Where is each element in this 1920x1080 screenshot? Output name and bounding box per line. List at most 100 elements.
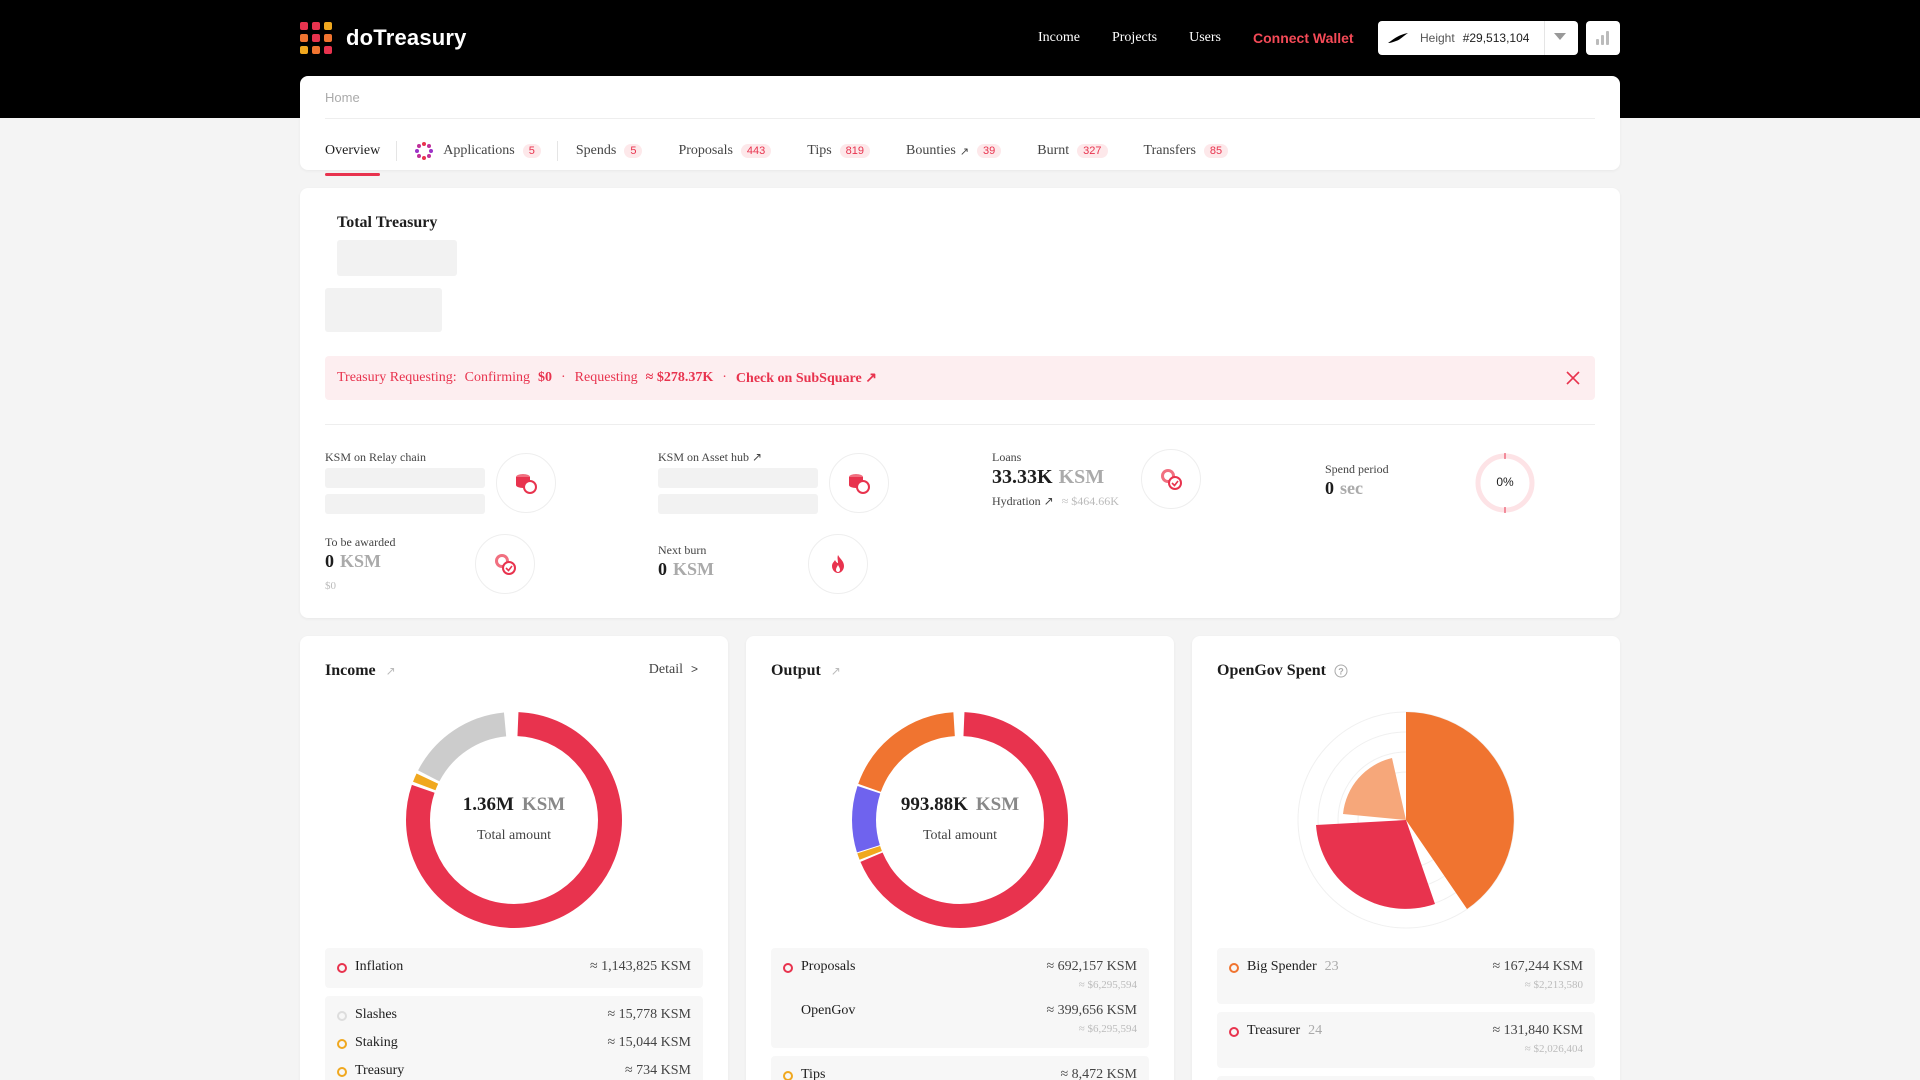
detail-link[interactable]: Detail > (649, 662, 698, 678)
loading-skeleton (658, 468, 818, 488)
loading-skeleton (337, 240, 457, 276)
tab-bounties[interactable]: Bounties ↗ 39 (906, 136, 1002, 166)
legend-ring-icon (1229, 1027, 1239, 1037)
opengov-spent-panel: OpenGov Spent ? Big Spender 23 ≈ 167,244 … (1192, 636, 1620, 1080)
legend-ring-icon (337, 1067, 347, 1077)
tab-label: Transfers (1143, 143, 1196, 158)
external-link-icon: ↗ (830, 663, 841, 678)
legend-ring-icon (337, 963, 347, 973)
requesting-label: Requesting (574, 370, 638, 385)
stat-label[interactable]: KSM on Asset hub ↗ (658, 450, 762, 465)
tab-overview[interactable]: Overview (325, 136, 381, 176)
requesting-value: ≈ $278.37K (645, 370, 714, 385)
legend-ring-icon (783, 963, 793, 973)
tab-transfers[interactable]: Transfers 85 (1144, 136, 1229, 166)
chevron-down-icon[interactable] (1554, 33, 1566, 40)
alert-label: Treasury Requesting: (337, 370, 457, 385)
tab-label: Burnt (1037, 143, 1070, 158)
count-badge: 5 (522, 144, 541, 158)
svg-text:?: ? (1338, 667, 1344, 677)
coins-check-icon (475, 534, 535, 594)
legend-group: Inflation ≈ 1,143,825 KSM (325, 948, 703, 988)
confirming-value: $0 (538, 370, 552, 385)
tab-proposals[interactable]: Proposals 443 (678, 136, 772, 166)
nav-projects[interactable]: Projects (1112, 28, 1157, 48)
confirming-label: Confirming (464, 370, 530, 385)
coins-icon (496, 453, 556, 513)
tab-burnt[interactable]: Burnt 327 (1037, 136, 1108, 166)
spend-period-progress: 0% (1475, 453, 1535, 513)
legend-ring-icon (1229, 963, 1239, 973)
tab-label: Spends (575, 143, 617, 158)
panel-title[interactable]: Output ↗ (771, 662, 841, 680)
breadcrumb[interactable]: Home (325, 90, 360, 105)
legend-ring-icon (337, 1039, 347, 1049)
divider (325, 424, 1595, 425)
nav-users[interactable]: Users (1189, 28, 1221, 48)
hydration-link[interactable]: Hydration ↗ (992, 494, 1054, 508)
stat-label: Next burn (658, 543, 707, 557)
subsquare-link[interactable]: Check on SubSquare ↗ (736, 370, 877, 387)
legend-group: Slashes ≈ 15,778 KSM Staking ≈ 15,044 KS… (325, 996, 703, 1080)
connect-wallet-button[interactable]: Connect Wallet (1253, 28, 1354, 48)
divider (396, 141, 398, 161)
count-badge: 327 (1077, 144, 1108, 158)
tab-label: Applications (443, 143, 515, 158)
kusama-icon (1388, 33, 1408, 43)
to-be-awarded-value: 0 KSM (325, 551, 382, 571)
tab-label: Proposals (678, 143, 733, 158)
loading-skeleton (325, 288, 442, 332)
tabs-card: Home Overview Applications 5 Spends 5 Pr… (300, 76, 1620, 176)
external-link-icon: ↗ (959, 145, 970, 158)
tab-label: Overview (325, 143, 381, 158)
total-treasury-card: Total Treasury Treasury Requesting: Conf… (300, 188, 1620, 618)
panel-title[interactable]: Income ↗ (325, 662, 396, 680)
legend-ring-icon (783, 1071, 793, 1080)
chevron-right-icon: > (690, 662, 698, 676)
donut-center: 993.88K KSM Total amount (900, 794, 1020, 843)
donut-center: 1.36M KSM Total amount (462, 794, 566, 843)
section-title: Total Treasury (337, 214, 438, 231)
loading-skeleton (325, 468, 485, 488)
stat-label: To be awarded (325, 535, 396, 549)
divider (325, 118, 1595, 119)
tab-applications[interactable]: Applications 5 (415, 136, 541, 166)
legend-group (1217, 1076, 1595, 1080)
help-icon[interactable]: ? (1334, 664, 1348, 678)
tab-bar: Overview Applications 5 Spends 5 Proposa… (325, 136, 1264, 176)
tab-label: Bounties (906, 143, 956, 158)
tab-tips[interactable]: Tips 819 (807, 136, 871, 166)
loans-value: 33.33K KSM (992, 466, 1105, 488)
stats-button[interactable] (1586, 21, 1620, 55)
close-icon[interactable] (1565, 370, 1581, 386)
legend-group: Tips ≈ 8,472 KSM (771, 1056, 1149, 1080)
loading-skeleton (658, 494, 818, 514)
logo-icon (300, 22, 332, 54)
next-burn-value: 0 KSM (658, 559, 715, 579)
income-panel: Income ↗ Detail > 1.36M KSM Total amount In… (300, 636, 728, 1080)
loans-sub: Hydration ↗ ≈ $464.66K (992, 494, 1119, 508)
tab-label: Tips (807, 143, 832, 158)
chain-height-selector[interactable]: Height #29,513,104 (1378, 21, 1578, 55)
spend-period-value: 0 sec (1325, 478, 1363, 498)
external-link-icon: ↗ (385, 663, 396, 678)
panel-title: OpenGov Spent ? (1217, 662, 1348, 680)
fire-icon (808, 534, 868, 594)
output-panel: Output ↗ 993.88K KSM Total amount Proposal… (746, 636, 1174, 1080)
nav-income[interactable]: Income (1038, 28, 1080, 48)
spinner-icon (415, 142, 434, 160)
stat-label: Spend period (1325, 462, 1389, 476)
progress-text: 0% (1496, 475, 1514, 489)
app-logo[interactable]: doTreasury (300, 22, 467, 54)
count-badge: 85 (1203, 144, 1229, 158)
tab-spends[interactable]: Spends 5 (576, 136, 643, 166)
count-badge: 5 (624, 144, 643, 158)
bar-chart-icon (1596, 39, 1599, 45)
separator: · (722, 370, 727, 385)
app-name: doTreasury (346, 25, 467, 50)
stat-label: Loans (992, 450, 1022, 464)
divider (556, 141, 558, 161)
legend-group: Treasurer 24 ≈ 131,840 KSM ≈ $2,026,404 (1217, 1012, 1595, 1068)
count-badge: 819 (839, 144, 871, 158)
to-be-awarded-usd: $0 (325, 580, 336, 592)
